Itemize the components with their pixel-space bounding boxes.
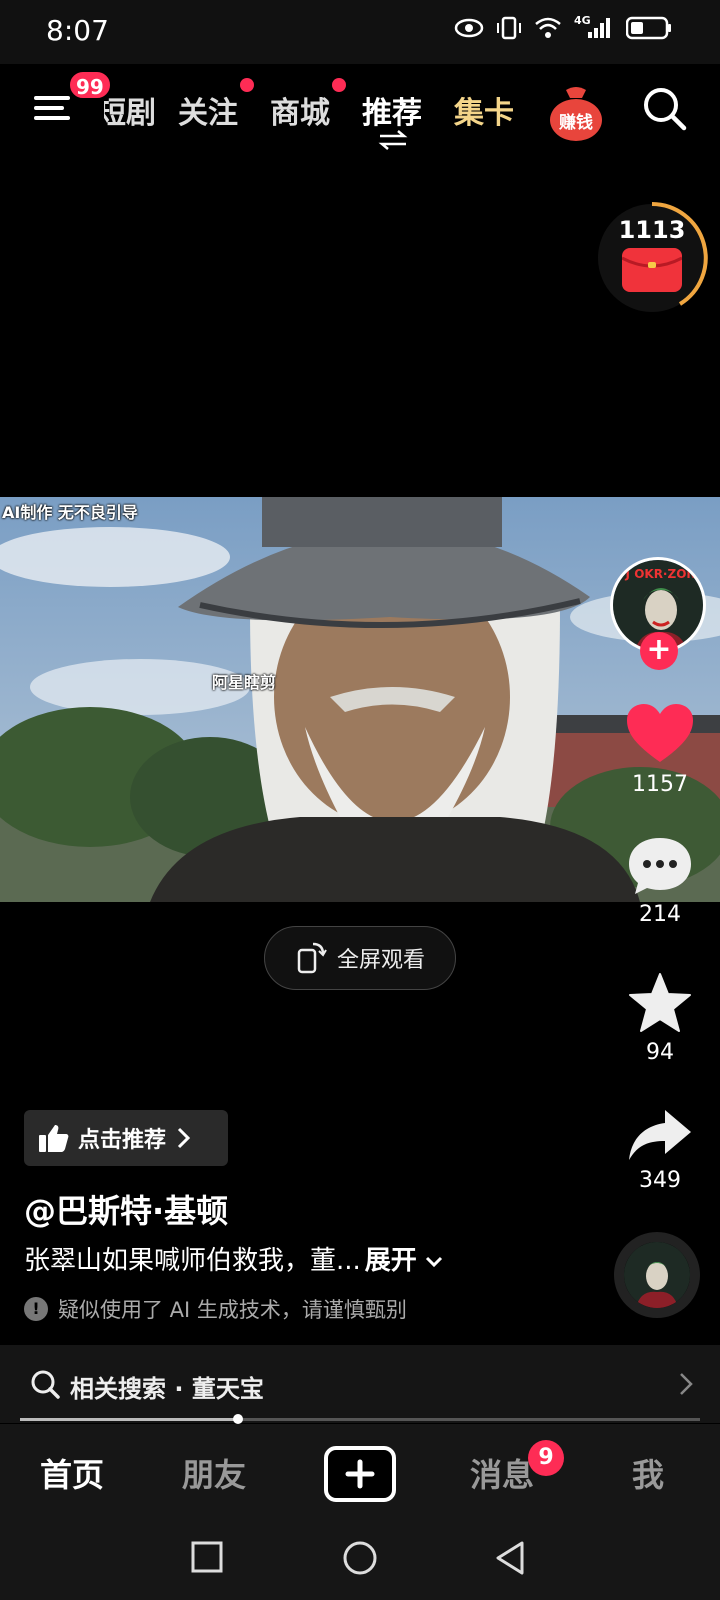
cell-signal: 4G xyxy=(574,14,614,40)
tab-collect-cards[interactable]: 集卡 xyxy=(454,88,514,132)
search-icon xyxy=(31,1370,60,1399)
like-count: 1157 xyxy=(632,772,688,797)
author-name[interactable]: @巴斯特·基顿 xyxy=(24,1186,228,1232)
ai-warning-text: 疑似使用了 AI 生成技术，请谨慎甄别 xyxy=(58,1298,407,1322)
back-triangle-icon[interactable] xyxy=(494,1540,528,1576)
related-search-bar[interactable]: 相关搜索 · 董天宝 xyxy=(0,1345,720,1423)
comment-icon xyxy=(629,838,691,894)
thumbs-up-icon xyxy=(39,1125,69,1152)
messages-badge: 9 xyxy=(528,1440,564,1476)
battery-icon xyxy=(626,16,671,40)
earn-label: 赚钱 xyxy=(559,113,593,133)
search-button[interactable] xyxy=(642,86,688,136)
chevron-right-icon xyxy=(680,1373,693,1395)
tab-short-drama[interactable]: 短剧 xyxy=(104,88,156,132)
signal-icon xyxy=(588,18,610,38)
expand-button[interactable]: 展开 xyxy=(365,1246,417,1276)
star-icon xyxy=(629,973,691,1032)
tab-recommend[interactable]: 推荐 xyxy=(362,88,422,132)
share-button[interactable]: 349 xyxy=(620,1108,700,1193)
phone-rotate-icon xyxy=(297,942,327,974)
video-player[interactable]: AI制作 无不良引导 阿星瞎剪 xyxy=(0,497,720,902)
menu-icon xyxy=(34,96,70,120)
tab-messages[interactable]: 消息 xyxy=(470,1450,534,1496)
progress-fill xyxy=(20,1418,238,1421)
vibrate-icon xyxy=(497,16,521,40)
status-icons: 4G xyxy=(454,14,672,40)
like-button[interactable]: 1157 xyxy=(620,702,700,797)
bottom-tab-bar: 首页 朋友 消息 9 我 xyxy=(0,1424,720,1520)
favorite-count: 94 xyxy=(646,1040,674,1065)
red-packet-icon xyxy=(622,248,682,292)
mall-dot xyxy=(332,78,346,92)
comment-button[interactable]: 214 xyxy=(620,836,700,927)
follow-button[interactable]: + xyxy=(640,632,678,670)
related-search-text: 相关搜索 · 董天宝 xyxy=(70,1375,264,1403)
eye-icon xyxy=(454,18,484,38)
top-nav: 99 短剧 关注 商城 推荐 集卡 赚钱 xyxy=(0,64,720,154)
plus-icon xyxy=(345,1459,375,1489)
ai-made-notice: AI制作 无不良引导 xyxy=(2,503,138,522)
tab-follow[interactable]: 关注 xyxy=(178,88,238,132)
tab-me[interactable]: 我 xyxy=(632,1450,664,1496)
share-icon xyxy=(629,1110,691,1160)
fullscreen-button[interactable]: 全屏观看 xyxy=(264,926,456,990)
recommend-label: 点击推荐 xyxy=(78,1128,167,1153)
comment-count: 214 xyxy=(639,902,681,927)
recommend-chip[interactable]: 点击推荐 xyxy=(24,1110,228,1166)
playback-progress[interactable] xyxy=(20,1414,700,1424)
video-watermark: 阿星瞎剪 xyxy=(212,673,277,692)
menu-button[interactable] xyxy=(34,90,74,126)
square-icon[interactable] xyxy=(190,1540,224,1574)
status-bar: 8:07 4G xyxy=(0,0,720,64)
chevron-down-icon xyxy=(426,1256,443,1267)
tab-mall[interactable]: 商城 xyxy=(270,88,330,132)
circle-icon[interactable] xyxy=(342,1540,378,1576)
ai-warning: ! 疑似使用了 AI 生成技术，请谨慎甄别 xyxy=(24,1294,407,1324)
earn-money-button[interactable]: 赚钱 xyxy=(548,84,604,142)
music-disc-image xyxy=(624,1242,690,1308)
tab-home[interactable]: 首页 xyxy=(40,1450,104,1496)
music-disc[interactable] xyxy=(614,1232,700,1318)
video-caption[interactable]: 张翠山如果喊师伯救我，董... 展开 xyxy=(24,1240,443,1277)
follow-dot xyxy=(240,78,254,92)
search-icon xyxy=(644,88,687,131)
create-button[interactable] xyxy=(324,1446,396,1502)
system-nav-bar xyxy=(0,1520,720,1600)
tab-friends[interactable]: 朋友 xyxy=(182,1450,246,1496)
switch-icon[interactable] xyxy=(378,130,408,154)
status-time: 8:07 xyxy=(46,14,109,47)
red-packet-timer[interactable]: 1113 xyxy=(598,202,714,318)
chevron-right-icon xyxy=(177,1127,191,1149)
heart-icon xyxy=(627,704,693,762)
red-packet-count: 1113 xyxy=(618,216,686,244)
video-frame xyxy=(0,497,720,902)
warning-icon: ! xyxy=(24,1297,48,1321)
progress-knob[interactable] xyxy=(232,1414,243,1424)
wifi-icon xyxy=(535,17,561,38)
favorite-button[interactable]: 94 xyxy=(620,972,700,1065)
svg-text:J OKR·ZON: J OKR·ZON xyxy=(625,567,697,581)
caption-text: 张翠山如果喊师伯救我，董... xyxy=(24,1246,361,1276)
fullscreen-label: 全屏观看 xyxy=(336,948,425,973)
share-count: 349 xyxy=(639,1168,681,1193)
